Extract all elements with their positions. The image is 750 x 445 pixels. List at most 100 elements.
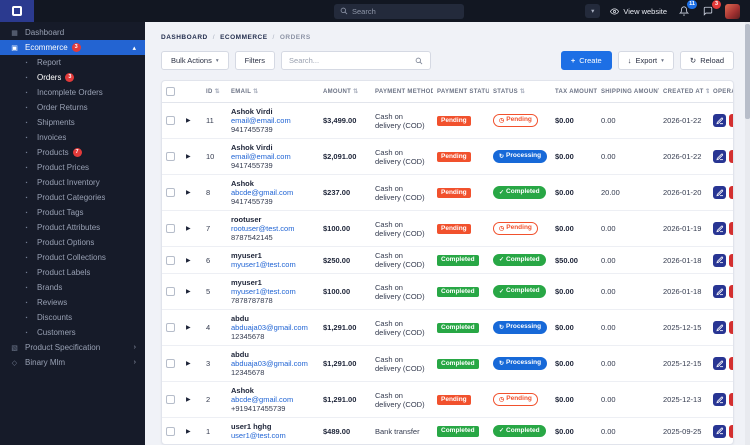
expand-row-icon[interactable]: ▶: [186, 190, 191, 196]
edit-button[interactable]: [713, 222, 726, 235]
sidebar-item-dashboard[interactable]: ▦Dashboard: [0, 25, 145, 40]
customer-email-link[interactable]: abduaja03@gmail.com: [231, 359, 315, 368]
expand-row-icon[interactable]: ▶: [186, 154, 191, 160]
row-checkbox[interactable]: [166, 116, 175, 125]
row-checkbox[interactable]: [166, 359, 175, 368]
table-search[interactable]: [281, 51, 431, 70]
customer-email-link[interactable]: email@email.com: [231, 152, 315, 161]
customer-email-link[interactable]: rootuser@test.com: [231, 224, 315, 233]
export-button[interactable]: ↓ Export ▾: [618, 51, 674, 70]
sidebar-item-customers[interactable]: ▪Customers: [0, 325, 145, 340]
global-search[interactable]: [334, 4, 464, 19]
sidebar-item-brands[interactable]: ▪Brands: [0, 280, 145, 295]
row-checkbox[interactable]: [166, 224, 175, 233]
sidebar-item-ecommerce[interactable]: ▣Ecommerce3▴: [0, 40, 145, 55]
breadcrumb-ecommerce[interactable]: ECOMMERCE: [220, 34, 267, 41]
edit-button[interactable]: [713, 425, 726, 438]
delete-button[interactable]: [729, 186, 734, 199]
delete-button[interactable]: [729, 114, 734, 127]
row-checkbox[interactable]: [166, 323, 175, 332]
edit-button[interactable]: [713, 150, 726, 163]
column-header-payment_method[interactable]: PAYMENT METHOD⇅: [371, 81, 433, 103]
expand-row-icon[interactable]: ▶: [186, 258, 191, 264]
delete-button[interactable]: [729, 321, 734, 334]
bulk-actions-button[interactable]: Bulk Actions ▾: [161, 51, 229, 70]
column-header-created_at[interactable]: CREATED AT⇅: [659, 81, 709, 103]
sidebar-item-product-options[interactable]: ▪Product Options: [0, 235, 145, 250]
notifications-button[interactable]: 11: [677, 4, 691, 18]
sidebar-item-product-collections[interactable]: ▪Product Collections: [0, 250, 145, 265]
app-logo[interactable]: [0, 0, 34, 22]
expand-row-icon[interactable]: ▶: [186, 361, 191, 367]
sidebar-item-product-attributes[interactable]: ▪Product Attributes: [0, 220, 145, 235]
messages-button[interactable]: 3: [701, 4, 715, 18]
edit-button[interactable]: [713, 357, 726, 370]
customer-email-link[interactable]: abcde@gmail.com: [231, 395, 315, 404]
expand-row-icon[interactable]: ▶: [186, 325, 191, 331]
customer-email-link[interactable]: abduaja03@gmail.com: [231, 323, 315, 332]
sidebar-item-report[interactable]: ▪Report: [0, 55, 145, 70]
customer-email-link[interactable]: email@email.com: [231, 116, 315, 125]
edit-button[interactable]: [713, 254, 726, 267]
delete-button[interactable]: [729, 357, 734, 370]
sidebar-item-binary-mlm[interactable]: ◇Binary Mlm›: [0, 355, 145, 370]
sidebar-item-product-inventory[interactable]: ▪Product Inventory: [0, 175, 145, 190]
breadcrumb-dashboard[interactable]: DASHBOARD: [161, 34, 208, 41]
scrollbar-thumb[interactable]: [745, 24, 750, 119]
delete-button[interactable]: [729, 425, 734, 438]
edit-button[interactable]: [713, 186, 726, 199]
delete-button[interactable]: [729, 393, 734, 406]
expand-row-icon[interactable]: ▶: [186, 397, 191, 403]
create-button[interactable]: + Create: [561, 51, 612, 70]
sidebar-item-product-prices[interactable]: ▪Product Prices: [0, 160, 145, 175]
row-checkbox[interactable]: [166, 287, 175, 296]
sidebar-item-order-returns[interactable]: ▪Order Returns: [0, 100, 145, 115]
column-header-email[interactable]: EMAIL⇅: [227, 81, 319, 103]
user-avatar[interactable]: [725, 4, 740, 19]
sidebar-item-shipments[interactable]: ▪Shipments: [0, 115, 145, 130]
sidebar-item-product-labels[interactable]: ▪Product Labels: [0, 265, 145, 280]
customer-email-link[interactable]: user1@test.com: [231, 431, 315, 440]
vertical-scrollbar[interactable]: [745, 22, 750, 445]
sidebar-item-orders[interactable]: ▪Orders3: [0, 70, 145, 85]
column-header-tax_amount[interactable]: TAX AMOUNT⇅: [551, 81, 597, 103]
row-checkbox[interactable]: [166, 152, 175, 161]
select-all-checkbox[interactable]: [166, 87, 175, 96]
row-checkbox[interactable]: [166, 256, 175, 265]
column-header-id[interactable]: ID⇅: [202, 81, 227, 103]
customer-email-link[interactable]: myuser1@test.com: [231, 287, 315, 296]
table-search-input[interactable]: [289, 56, 411, 65]
edit-button[interactable]: [713, 393, 726, 406]
global-search-input[interactable]: [352, 7, 458, 16]
column-header-shipping_amount[interactable]: SHIPPING AMOUNT⇅: [597, 81, 659, 103]
sidebar-item-product-categories[interactable]: ▪Product Categories: [0, 190, 145, 205]
edit-button[interactable]: [713, 321, 726, 334]
reload-button[interactable]: ↻ Reload: [680, 51, 734, 70]
delete-button[interactable]: [729, 150, 734, 163]
filters-button[interactable]: Filters: [235, 51, 275, 70]
column-header-amount[interactable]: AMOUNT⇅: [319, 81, 371, 103]
sidebar-item-invoices[interactable]: ▪Invoices: [0, 130, 145, 145]
expand-row-icon[interactable]: ▶: [186, 429, 191, 435]
customer-email-link[interactable]: myuser1@test.com: [231, 260, 315, 269]
row-checkbox[interactable]: [166, 427, 175, 436]
sidebar-item-incomplete-orders[interactable]: ▪Incomplete Orders: [0, 85, 145, 100]
row-checkbox[interactable]: [166, 188, 175, 197]
sidebar-item-products[interactable]: ▪Products7: [0, 145, 145, 160]
customer-email-link[interactable]: abcde@gmail.com: [231, 188, 315, 197]
column-header-status[interactable]: STATUS⇅: [489, 81, 551, 103]
expand-row-icon[interactable]: ▶: [186, 118, 191, 124]
delete-button[interactable]: [729, 254, 734, 267]
view-website-link[interactable]: View website: [610, 7, 667, 16]
sidebar-item-reviews[interactable]: ▪Reviews: [0, 295, 145, 310]
delete-button[interactable]: [729, 285, 734, 298]
row-checkbox[interactable]: [166, 395, 175, 404]
sidebar-item-product-tags[interactable]: ▪Product Tags: [0, 205, 145, 220]
expand-row-icon[interactable]: ▶: [186, 289, 191, 295]
edit-button[interactable]: [713, 114, 726, 127]
delete-button[interactable]: [729, 222, 734, 235]
edit-button[interactable]: [713, 285, 726, 298]
expand-row-icon[interactable]: ▶: [186, 226, 191, 232]
language-dropdown[interactable]: ▾: [585, 4, 600, 18]
sidebar-item-product-specification[interactable]: ▧Product Specification›: [0, 340, 145, 355]
